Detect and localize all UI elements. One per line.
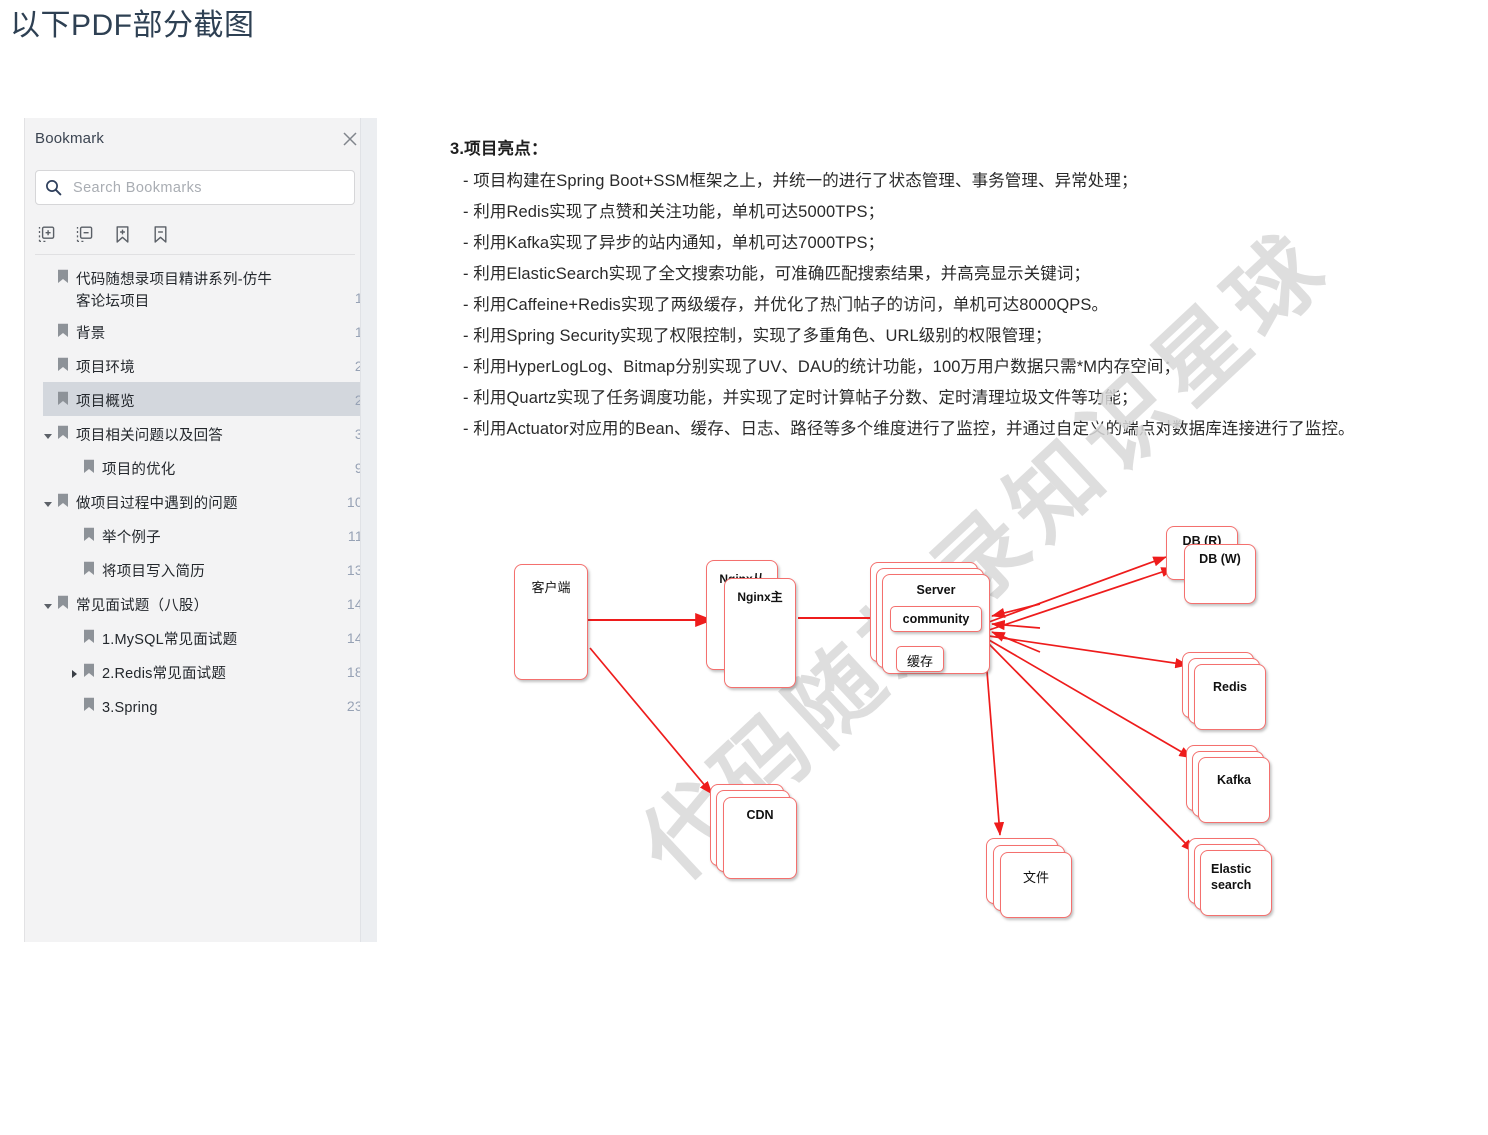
bookmark-item[interactable]: 代码随想录项目精讲系列-仿牛客论坛项目 1	[25, 260, 376, 314]
highlight-line: - 利用Kafka实现了异步的站内通知，单机可达7000TPS；	[463, 234, 885, 252]
bookmark-item[interactable]: 背景 1	[25, 314, 376, 348]
bookmark-icon	[83, 663, 95, 678]
bookmark-icon	[83, 561, 95, 576]
highlight-line: - 利用HyperLogLog、Bitmap分别实现了UV、DAU的统计功能，1…	[463, 358, 1181, 376]
section-heading: 3.项目亮点：	[450, 140, 548, 158]
chevron-down-icon[interactable]	[43, 496, 53, 507]
search-input[interactable]	[71, 178, 330, 197]
expand-all-icon[interactable]	[35, 223, 57, 245]
page-title: 以下PDF部分截图	[10, 9, 255, 42]
highlight-line: - 利用Spring Security实现了权限控制，实现了多重角色、URL级别…	[463, 327, 1052, 345]
bookmark-item[interactable]: 1.MySQL常见面试题 14	[25, 620, 376, 654]
diagram-node-redis: Redis	[1194, 664, 1266, 730]
chevron-down-icon[interactable]	[43, 598, 53, 609]
search-icon	[45, 179, 62, 196]
bookmark-icon	[83, 459, 95, 474]
diagram-node-db-write: DB (W)	[1184, 544, 1256, 604]
bookmark-item-label: 背景	[76, 326, 106, 342]
chevron-down-icon[interactable]	[43, 428, 53, 439]
bookmark-item[interactable]: 项目概览 2	[43, 382, 376, 416]
bookmark-item-label: 项目环境	[76, 360, 135, 376]
bookmark-icon	[83, 629, 95, 644]
bookmark-icon	[57, 595, 69, 610]
bookmark-item-label: 常见面试题（八股）	[76, 598, 209, 614]
diagram-node-elasticsearch: Elastic search	[1200, 850, 1272, 916]
bookmark-scrollbar[interactable]	[360, 118, 377, 942]
highlight-line: - 利用Quartz实现了任务调度功能，并实现了定时计算帖子分数、定时清理垃圾文…	[463, 389, 1138, 407]
architecture-diagram: 客户端 Nginx从 Nginx主 CDN Server community 缓…	[440, 500, 1488, 942]
bookmark-icon	[57, 269, 69, 284]
diagram-node-client: 客户端	[514, 564, 588, 680]
highlight-line: - 项目构建在Spring Boot+SSM框架之上，并统一的进行了状态管理、事…	[463, 172, 1138, 190]
highlight-line: - 利用ElasticSearch实现了全文搜索功能，可准确匹配搜索结果，并高亮…	[463, 265, 1091, 283]
bookmark-icon	[57, 323, 69, 338]
bookmark-icon	[57, 425, 69, 440]
add-bookmark-icon[interactable]	[111, 223, 133, 245]
bookmark-item-label: 1.MySQL常见面试题	[102, 632, 238, 648]
bookmark-icon	[57, 357, 69, 372]
bookmark-item-label: 项目的优化	[102, 462, 176, 478]
bookmark-item[interactable]: 将项目写入简历 13	[25, 552, 376, 586]
bookmark-item-label: 代码随想录项目精讲系列-仿牛客论坛项目	[76, 272, 273, 310]
diagram-node-cache: 缓存	[896, 646, 944, 672]
bookmark-icon	[83, 697, 95, 712]
highlight-line: - 利用Actuator对应用的Bean、缓存、日志、路径等多个维度进行了监控，…	[463, 420, 1355, 438]
bookmark-item[interactable]: 项目相关问题以及回答 3	[25, 416, 376, 450]
diagram-node-kafka: Kafka	[1198, 757, 1270, 823]
diagram-node-file: 文件	[1000, 852, 1072, 918]
bookmark-item-label: 项目概览	[76, 394, 135, 410]
bookmark-icon	[57, 391, 69, 406]
bookmark-item-label: 项目相关问题以及回答	[76, 428, 223, 444]
bookmark-icon	[57, 493, 69, 508]
bookmark-item-label: 将项目写入简历	[102, 564, 205, 580]
close-icon[interactable]	[340, 129, 360, 149]
highlight-line: - 利用Redis实现了点赞和关注功能，单机可达5000TPS；	[463, 203, 885, 221]
bookmark-item[interactable]: 常见面试题（八股） 14	[25, 586, 376, 620]
bookmark-item-label: 举个例子	[102, 530, 161, 546]
highlight-list: - 项目构建在Spring Boot+SSM框架之上，并统一的进行了状态管理、事…	[450, 166, 1480, 445]
bookmark-item[interactable]: 2.Redis常见面试题 18	[25, 654, 376, 688]
chevron-right-icon[interactable]	[69, 666, 79, 678]
toolbar-divider	[35, 254, 355, 255]
bookmark-icon	[83, 527, 95, 542]
bookmark-panel-title: Bookmark	[35, 130, 105, 147]
diagram-node-community: community	[890, 606, 982, 632]
search-bookmarks-field[interactable]	[35, 170, 355, 205]
bookmark-item[interactable]: 项目环境 2	[25, 348, 376, 382]
bookmark-item[interactable]: 3.Spring 23	[25, 688, 376, 722]
highlight-line: - 利用Caffeine+Redis实现了两级缓存，并优化了热门帖子的访问，单机…	[463, 296, 1109, 314]
bookmark-item-label: 做项目过程中遇到的问题	[76, 496, 238, 512]
remove-bookmark-icon[interactable]	[149, 223, 171, 245]
collapse-all-icon[interactable]	[73, 223, 95, 245]
bookmark-item[interactable]: 做项目过程中遇到的问题 10	[25, 484, 376, 518]
diagram-node-cdn: CDN	[723, 797, 797, 879]
bookmark-item[interactable]: 项目的优化 9	[25, 450, 376, 484]
bookmark-item[interactable]: 举个例子 11	[25, 518, 376, 552]
bookmark-item-label: 3.Spring	[102, 700, 158, 716]
bookmark-panel: Bookmark Search Bookmarks 代码随想录项目精讲系列-仿牛…	[24, 118, 376, 942]
bookmark-panel-header: Bookmark	[25, 118, 376, 164]
bookmark-toolbar	[35, 216, 355, 252]
bookmark-item-label: 2.Redis常见面试题	[102, 666, 227, 682]
diagram-node-nginx-master: Nginx主	[724, 578, 796, 688]
